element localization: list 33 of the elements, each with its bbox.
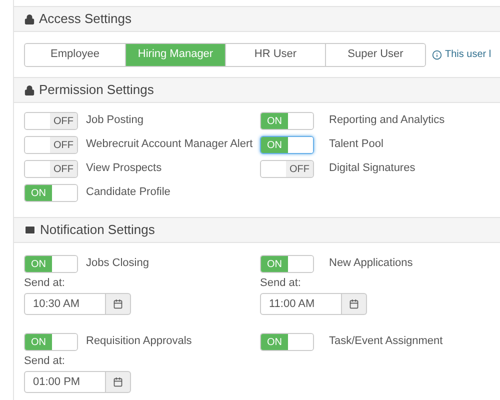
toggle-switch[interactable]: OFF — [24, 160, 78, 178]
send-at-label: Send at: — [24, 276, 66, 291]
role-tab[interactable]: Super User — [325, 44, 425, 66]
send-at-label: Send at: — [24, 354, 66, 369]
notification-label: Jobs Closing — [86, 256, 149, 271]
permission-label: Reporting and Analytics — [329, 113, 445, 128]
permission-label: Candidate Profile — [86, 185, 170, 200]
section-title: Access Settings — [39, 10, 132, 28]
calendar-button[interactable] — [106, 370, 131, 392]
info-icon — [432, 50, 442, 60]
permission-label: Talent Pool — [329, 137, 384, 152]
notification-label: Task/Event Assignment — [329, 334, 443, 349]
toggle-switch[interactable]: OFF — [24, 136, 78, 154]
toggle-switch[interactable]: OFF — [260, 160, 314, 178]
info-text: This user l — [445, 48, 492, 62]
calendar-icon — [113, 376, 123, 386]
time-field[interactable]: 11:00 AM — [260, 292, 342, 314]
permission-label: View Prospects — [86, 161, 162, 176]
toggle-switch[interactable]: OFF — [24, 112, 78, 130]
section-title: Notification Settings — [40, 221, 155, 240]
permission-label: Job Posting — [86, 113, 144, 128]
calendar-icon — [349, 298, 359, 308]
send-at-label: Send at: — [260, 276, 302, 291]
calendar-icon — [113, 298, 123, 308]
calendar-button[interactable] — [106, 292, 131, 314]
section-title: Permission Settings — [39, 81, 154, 100]
notification-label: New Applications — [329, 256, 413, 271]
notification-label: Requisition Approvals — [86, 334, 192, 349]
permission-label: Webrecruit Account Manager Alert — [86, 137, 253, 152]
time-field[interactable]: 10:30 AM — [24, 292, 106, 314]
permission-label: Digital Signatures — [329, 161, 416, 176]
time-field[interactable]: 01:00 PM — [24, 370, 106, 392]
calendar-button[interactable] — [342, 292, 367, 314]
